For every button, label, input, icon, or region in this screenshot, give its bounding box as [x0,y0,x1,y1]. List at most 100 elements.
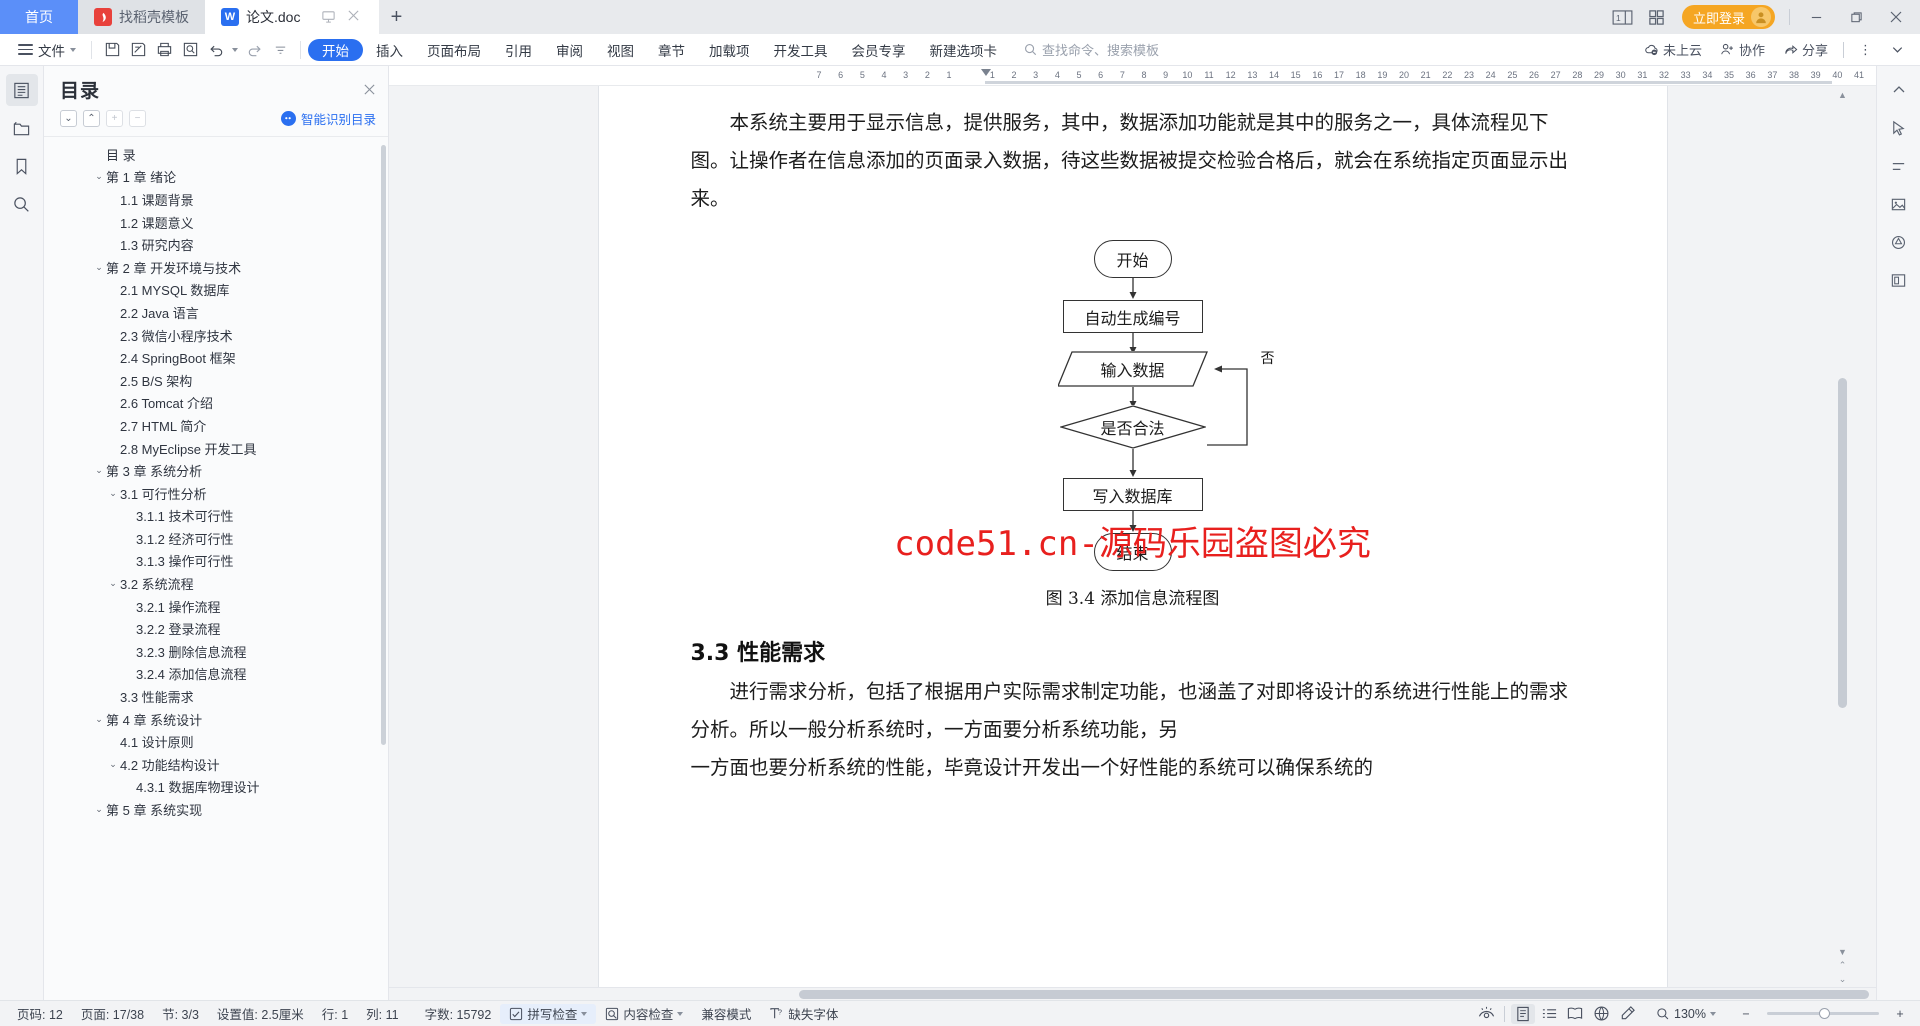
zoom-out-button[interactable]: − [1734,1004,1758,1024]
outline-item[interactable]: ⌄ 第 1 章 绪论 [44,166,388,189]
chevron-down-icon[interactable]: ⌄ [92,171,106,182]
document-canvas[interactable]: 本系统主要用于显示信息，提供服务，其中，数据添加功能就是其中的服务之一，具体流程… [389,86,1876,987]
print-preview-icon[interactable] [177,37,203,63]
cloud-status-button[interactable]: 未上云 [1637,38,1709,62]
outline-item[interactable]: 2.7 HTML 简介 [44,414,388,437]
tab-home[interactable]: 首页 [0,0,78,34]
edit-mode-icon[interactable] [1615,1004,1639,1024]
outline-item[interactable]: 目 录 [44,143,388,166]
tab-document[interactable]: W 论文.doc [205,0,380,34]
outline-item[interactable]: 2.6 Tomcat 介绍 [44,392,388,415]
chevron-down-icon[interactable]: ⌄ [106,759,120,770]
outline-item[interactable]: 2.3 微信小程序技术 [44,324,388,347]
outline-item[interactable]: 1.3 研究内容 [44,233,388,256]
decrease-level-icon[interactable]: − [129,110,146,127]
outline-scrollbar[interactable] [381,145,386,745]
horizontal-scroll-thumb[interactable] [799,990,1869,999]
horizontal-scrollbar[interactable] [389,987,1876,1000]
next-page-icon[interactable]: ⌄ [1837,974,1848,985]
rail-cursor-icon[interactable] [1884,114,1914,142]
save-icon[interactable] [99,37,125,63]
indent-marker-icon[interactable] [981,69,991,76]
document-page[interactable]: 本系统主要用于显示信息，提供服务，其中，数据添加功能就是其中的服务之一，具体流程… [598,86,1667,987]
web-layout-icon[interactable] [1589,1004,1613,1024]
vertical-scroll-thumb[interactable] [1838,378,1847,708]
chevron-down-icon[interactable]: ⌄ [92,465,106,476]
ribbon-tab-insert[interactable]: 插入 [365,39,414,61]
outline-item[interactable]: ⌄ 第 3 章 系统分析 [44,459,388,482]
rail-page-icon[interactable] [1884,266,1914,294]
outline-item[interactable]: 2.1 MYSQL 数据库 [44,279,388,302]
eye-icon[interactable] [1474,1004,1498,1024]
chevron-down-icon[interactable]: ⌄ [106,578,120,589]
collapse-ribbon-button[interactable] [1883,38,1912,62]
scroll-down-icon[interactable]: ▼ [1837,947,1848,957]
chevron-down-icon[interactable]: ⌄ [92,804,106,815]
print-icon[interactable] [151,37,177,63]
minimize-button[interactable] [1798,0,1834,34]
scroll-up-icon[interactable]: ▲ [1837,90,1848,100]
outline-item[interactable]: ⌄ 第 4 章 系统设计 [44,708,388,731]
close-window-button[interactable] [1878,0,1914,34]
outline-item[interactable]: ⌄ 4.2 功能结构设计 [44,753,388,776]
content-check-button[interactable]: 内容检查 [596,1004,692,1024]
customize-toolbar-icon[interactable] [267,37,293,63]
zoom-level[interactable]: 130% [1647,1004,1725,1024]
outline-item[interactable]: 3.1.2 经济可行性 [44,527,388,550]
ribbon-tab-developer[interactable]: 开发工具 [763,39,839,61]
outline-item[interactable]: 3.2.4 添加信息流程 [44,663,388,686]
outline-item[interactable]: ⌄ 第 2 章 开发环境与技术 [44,256,388,279]
ribbon-tab-page-layout[interactable]: 页面布局 [416,39,492,61]
maximize-button[interactable] [1838,0,1874,34]
undo-icon[interactable] [203,37,229,63]
zoom-slider[interactable] [1767,1008,1879,1019]
missing-font-button[interactable]: ? 缺失字体 [760,1004,847,1024]
chevron-down-icon[interactable]: ⌄ [106,488,120,499]
expand-all-icon[interactable]: ⌄ [60,110,77,127]
outline-item[interactable]: 4.1 设计原则 [44,730,388,753]
outline-tree[interactable]: 目 录 ⌄ 第 1 章 绪论 1.1 课题背景 1.2 课题意义 1.3 研究内容 ⌄ 第 2… [44,136,388,1000]
outline-item[interactable]: 2.2 Java 语言 [44,301,388,324]
ribbon-tab-member[interactable]: 会员专享 [841,39,917,61]
zoom-slider-knob[interactable] [1819,1008,1830,1019]
grid-view-icon[interactable] [1642,4,1672,30]
status-line-number[interactable]: 行: 1 [313,1004,357,1024]
print-layout-icon[interactable] [1511,1003,1536,1024]
status-setting-value[interactable]: 设置值: 2.5厘米 [208,1004,313,1024]
undo-dropdown-icon[interactable] [229,37,241,63]
outline-item[interactable]: 2.8 MyEclipse 开发工具 [44,437,388,460]
save-as-icon[interactable] [125,37,151,63]
outline-item[interactable]: 3.1.1 技术可行性 [44,505,388,528]
collapse-all-icon[interactable]: ⌃ [83,110,100,127]
spell-check-button[interactable]: 拼写检查 [500,1003,597,1024]
outline-item[interactable]: 2.4 SpringBoot 框架 [44,346,388,369]
reading-layout-icon[interactable] [1563,1004,1587,1024]
outline-item[interactable]: ⌄ 3.2 系统流程 [44,572,388,595]
ribbon-tab-addins[interactable]: 加载项 [698,39,761,61]
ribbon-tab-new-tab[interactable]: 新建选项卡 [919,39,1009,61]
outline-item[interactable]: 4.3.1 数据库物理设计 [44,776,388,799]
ribbon-tab-review[interactable]: 审阅 [545,39,594,61]
redo-icon[interactable] [241,37,267,63]
status-page-of-total[interactable]: 页面: 17/38 [72,1004,153,1024]
outline-item[interactable]: 3.1.3 操作可行性 [44,550,388,573]
chevron-down-icon[interactable]: ⌄ [92,714,106,725]
rail-folder-icon[interactable] [6,112,38,144]
share-button[interactable]: 分享 [1776,38,1835,62]
rail-bookmark-icon[interactable] [6,150,38,182]
rail-outline-icon[interactable] [5,74,38,106]
smart-recognize-toc-button[interactable]: 智能识别目录 [280,109,376,128]
status-page-number[interactable]: 页码: 12 [8,1004,72,1024]
rail-format-lines-icon[interactable] [1884,152,1914,180]
increase-level-icon[interactable]: + [106,110,123,127]
status-column-number[interactable]: 列: 11 [357,1004,407,1024]
outline-item[interactable]: 3.2.3 删除信息流程 [44,640,388,663]
outline-item[interactable]: 1.2 课题意义 [44,211,388,234]
outline-item[interactable]: 3.2.2 登录流程 [44,617,388,640]
status-word-count[interactable]: 字数: 15792 [416,1004,501,1024]
command-search[interactable]: 查找命令、搜索模板 [1024,40,1159,59]
new-tab-button[interactable]: + [379,0,414,34]
outline-item[interactable]: ⌄ 3.1 可行性分析 [44,482,388,505]
outline-item[interactable]: ⌄ 第 5 章 系统实现 [44,798,388,821]
chevron-down-icon[interactable]: ⌄ [92,262,106,273]
